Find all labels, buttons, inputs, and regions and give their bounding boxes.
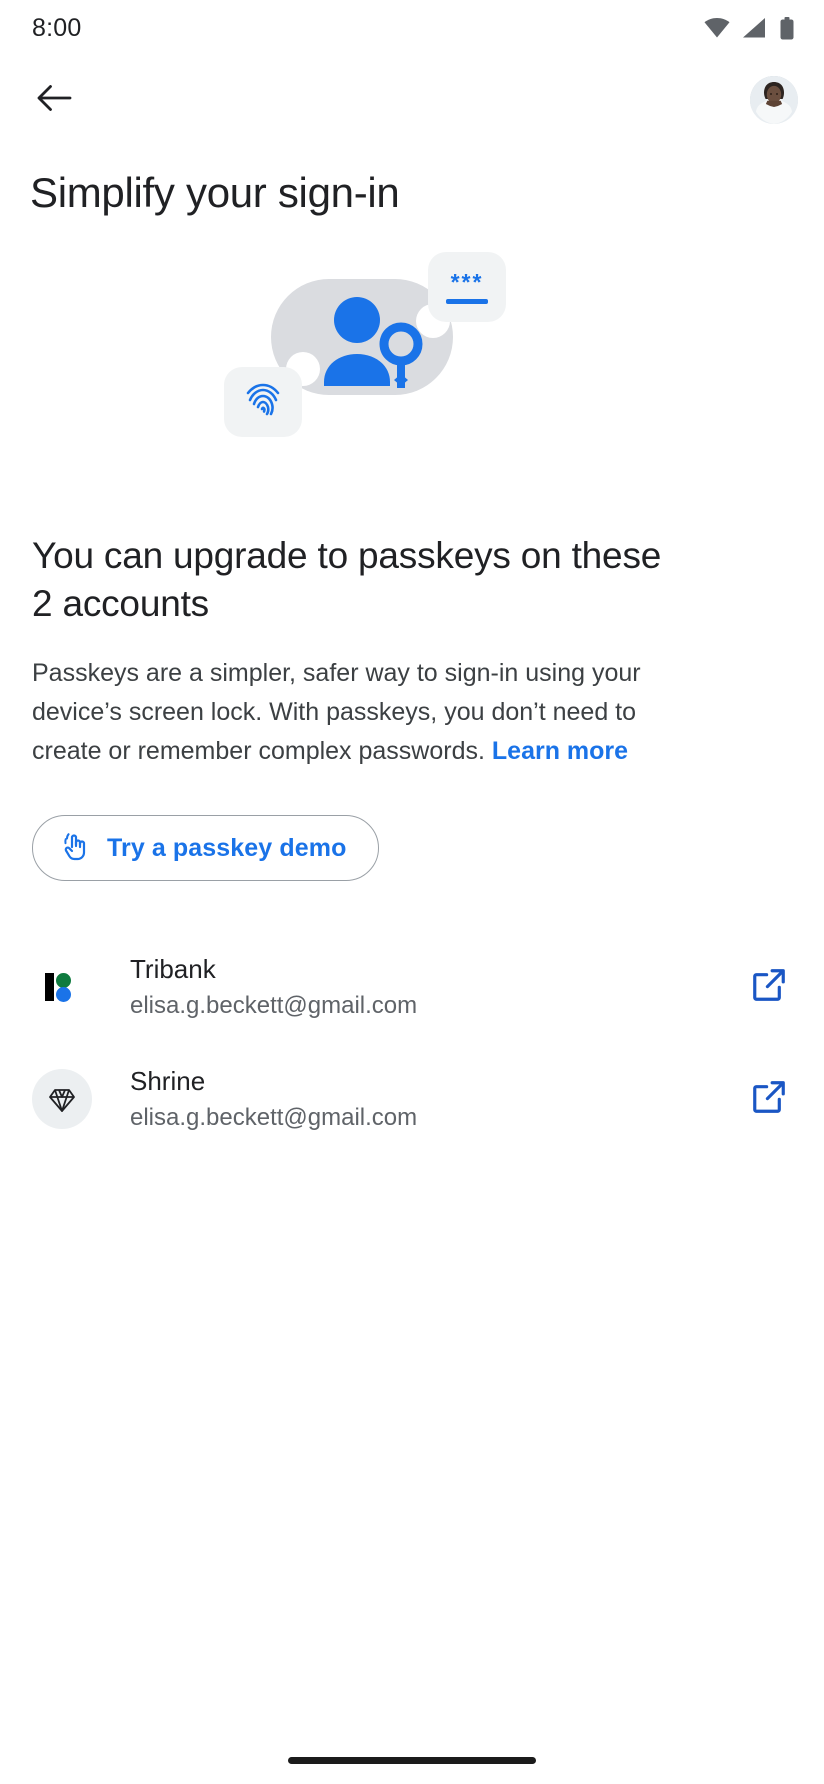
battery-icon: [780, 16, 794, 40]
fingerprint-icon: [240, 377, 286, 428]
main-content: You can upgrade to passkeys on these 2 a…: [0, 532, 824, 881]
password-asterisks: ***: [450, 268, 484, 295]
fingerprint-tile: [224, 367, 302, 437]
back-arrow-icon: [36, 82, 72, 119]
account-email: elisa.g.beckett@gmail.com: [130, 991, 418, 1019]
headline: You can upgrade to passkeys on these 2 a…: [32, 535, 662, 624]
top-app-bar: [0, 56, 824, 144]
password-tile: ***: [428, 252, 506, 322]
shrine-diamond-icon: [32, 1069, 92, 1129]
try-passkey-demo-button[interactable]: Try a passkey demo: [32, 815, 380, 881]
account-name: Shrine: [130, 1065, 206, 1096]
account-text-block: Tribank elisa.g.beckett@gmail.com: [130, 953, 746, 1022]
touch-gesture-icon: [59, 829, 91, 868]
account-name: Tribank: [130, 953, 216, 984]
account-text-block: Shrine elisa.g.beckett@gmail.com: [130, 1065, 746, 1134]
table-row[interactable]: Tribank elisa.g.beckett@gmail.com: [0, 931, 824, 1043]
person-with-key-icon: [316, 294, 428, 390]
open-in-new-button[interactable]: [746, 964, 792, 1010]
open-in-new-icon: [750, 1078, 788, 1121]
avatar[interactable]: [750, 76, 798, 124]
system-navigation-bar: [0, 1728, 824, 1784]
account-list: Tribank elisa.g.beckett@gmail.com Shrine…: [0, 931, 824, 1155]
wifi-icon: [704, 18, 730, 38]
status-bar-icons: [704, 16, 794, 40]
hero-illustration: ***: [0, 234, 824, 474]
table-row[interactable]: Shrine elisa.g.beckett@gmail.com: [0, 1043, 824, 1155]
tribank-logo-icon: [32, 957, 92, 1017]
status-bar: 8:00: [0, 0, 824, 56]
learn-more-link[interactable]: Learn more: [492, 737, 628, 765]
password-underline: [446, 298, 488, 304]
home-gesture-handle[interactable]: [288, 1756, 536, 1764]
open-in-new-icon: [750, 966, 788, 1009]
cellular-signal-icon: [743, 18, 767, 38]
shrine-logo-circle: [32, 1069, 92, 1129]
try-passkey-demo-label: Try a passkey demo: [107, 833, 347, 862]
open-in-new-button[interactable]: [746, 1076, 792, 1122]
status-bar-clock: 8:00: [32, 13, 82, 42]
back-button[interactable]: [28, 74, 80, 126]
body-description: Passkeys are a simpler, safer way to sig…: [32, 654, 672, 771]
page-title: Simplify your sign-in: [30, 169, 400, 216]
account-email: elisa.g.beckett@gmail.com: [130, 1103, 418, 1131]
